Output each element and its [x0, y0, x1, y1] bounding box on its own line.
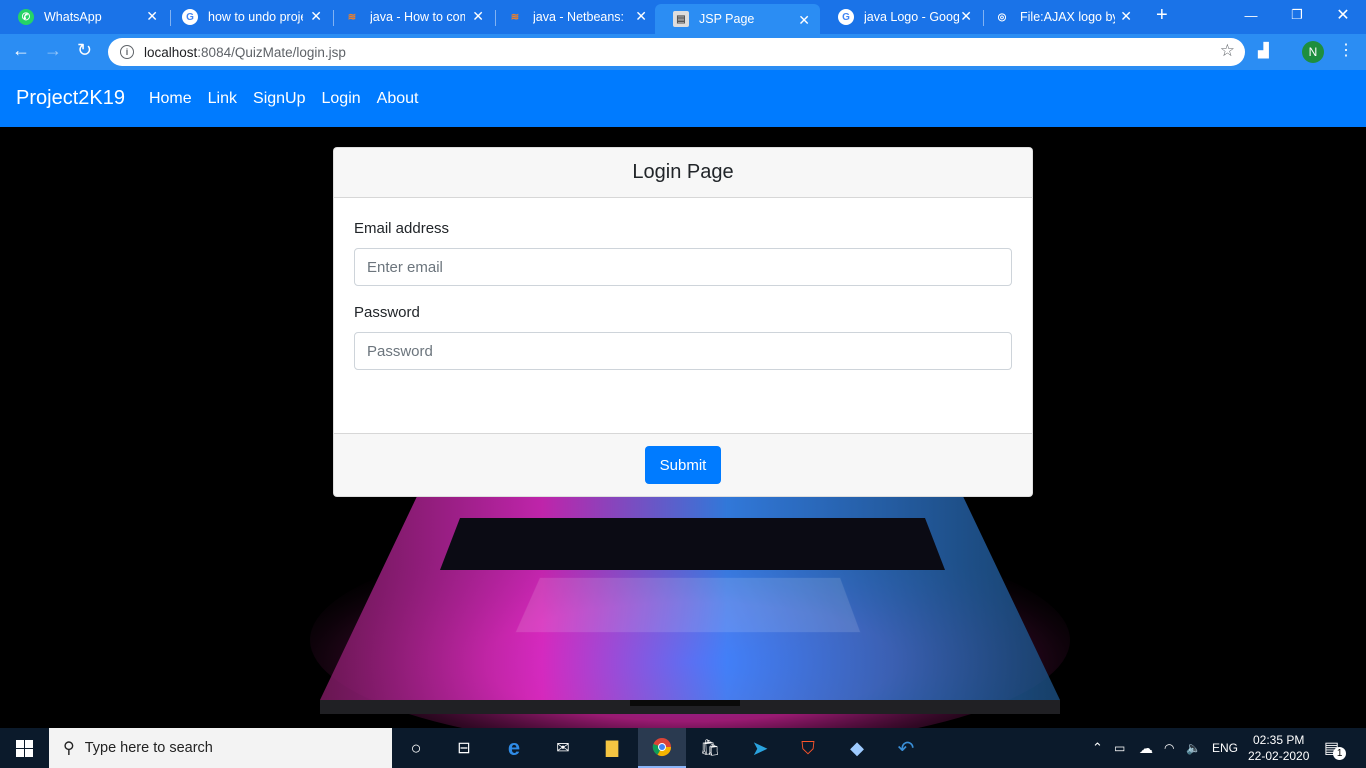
profile-avatar[interactable]: N — [1302, 41, 1324, 63]
tab-stackoverflow-1[interactable]: ≋ java - How to com ✕ — [326, 0, 494, 34]
close-tab-icon[interactable]: ✕ — [798, 12, 810, 29]
tab-whatsapp[interactable]: ✆ WhatsApp ✕ — [0, 0, 168, 34]
tab-title: java - How to com — [370, 10, 465, 24]
app-icon[interactable]: ↶ — [882, 728, 930, 768]
brave-icon[interactable]: ⛉ — [784, 728, 832, 768]
browser-toolbar: ← → ↻ i localhost:8084/QuizMate/login.js… — [0, 34, 1366, 70]
web-page: Project2K19 Home Link SignUp Login About… — [0, 70, 1366, 728]
wifi-icon[interactable]: ◠ — [1164, 728, 1174, 768]
tab-google-undo[interactable]: G how to undo proje ✕ — [164, 0, 332, 34]
tab-stackoverflow-2[interactable]: ≋ java - Netbeans: h ✕ — [489, 0, 657, 34]
tab-ajax-logo[interactable]: ◎ File:AJAX logo by ✕ — [976, 0, 1142, 34]
tab-title: WhatsApp — [44, 10, 102, 24]
mail-icon[interactable]: ✉ — [539, 728, 587, 768]
google-icon: G — [182, 9, 198, 25]
taskbar-search-box[interactable]: ⚲ Type here to search — [49, 728, 392, 768]
tab-title: java - Netbeans: h — [533, 10, 628, 24]
back-icon[interactable]: ← — [12, 40, 30, 61]
close-window-icon[interactable]: ✕ — [1320, 0, 1366, 30]
close-tab-icon[interactable]: ✕ — [146, 8, 158, 25]
clock-date: 22-02-2020 — [1248, 749, 1310, 763]
windows-start-icon[interactable] — [0, 728, 48, 768]
windows-taskbar: ⚲ Type here to search ○ ⊟ e ✉ ▇ 🛍 ➤ ⛉ ◆ … — [0, 728, 1366, 768]
nav-about[interactable]: About — [377, 90, 419, 108]
tab-title: how to undo proje — [208, 10, 303, 24]
close-tab-icon[interactable]: ✕ — [960, 8, 972, 25]
password-label: Password — [354, 304, 420, 321]
address-bar[interactable]: i localhost:8084/QuizMate/login.jsp ☆ — [108, 38, 1245, 66]
cortana-icon[interactable]: ○ — [392, 728, 440, 768]
volume-icon[interactable]: 🔈 — [1186, 728, 1201, 768]
restore-icon[interactable]: ❐ — [1274, 0, 1320, 30]
battery-icon[interactable]: ▭ — [1114, 728, 1125, 768]
email-label: Email address — [354, 220, 450, 237]
bookmark-star-icon[interactable]: ☆ — [1220, 41, 1235, 61]
nav-link[interactable]: Link — [208, 90, 237, 108]
tab-jsp-page-active[interactable]: ▤ JSP Page ✕ — [655, 4, 820, 34]
notifications-icon[interactable]: ▤ 1 — [1324, 728, 1347, 768]
nav-home[interactable]: Home — [149, 90, 192, 108]
site-brand[interactable]: Project2K19 — [16, 87, 125, 110]
edge-icon[interactable]: e — [490, 728, 538, 768]
close-tab-icon[interactable]: ✕ — [472, 8, 484, 25]
task-view-icon[interactable]: ⊟ — [440, 728, 488, 768]
page-icon: ▤ — [673, 11, 689, 27]
reload-icon[interactable]: ↻ — [77, 40, 92, 61]
virtualbox-icon[interactable]: ◆ — [833, 728, 881, 768]
password-field[interactable] — [354, 332, 1012, 370]
whatsapp-icon: ✆ — [18, 9, 34, 25]
new-tab-icon[interactable]: + — [1156, 4, 1168, 27]
tab-title: java Logo - Googl — [864, 10, 959, 24]
file-explorer-icon[interactable]: ▇ — [588, 728, 636, 768]
google-icon: G — [838, 9, 854, 25]
search-placeholder: Type here to search — [84, 740, 213, 756]
show-hidden-icons-icon[interactable]: ⌃ — [1092, 728, 1103, 768]
store-icon[interactable]: 🛍 — [686, 728, 734, 768]
notification-count-badge: 1 — [1333, 746, 1347, 760]
stackoverflow-icon: ≋ — [347, 11, 357, 23]
login-form: Email address Password — [334, 198, 1032, 434]
site-navbar: Project2K19 Home Link SignUp Login About — [0, 70, 1366, 127]
stackoverflow-icon: ≋ — [510, 11, 520, 23]
forward-icon[interactable]: → — [44, 40, 62, 61]
close-tab-icon[interactable]: ✕ — [310, 8, 322, 25]
tab-java-logo[interactable]: G java Logo - Googl ✕ — [820, 0, 982, 34]
email-field[interactable] — [354, 248, 1012, 286]
menu-icon[interactable]: ⋮ — [1338, 40, 1354, 60]
extension-icon[interactable]: ▟ — [1258, 42, 1269, 59]
clock[interactable]: 02:35 PM 22-02-2020 — [1248, 728, 1309, 768]
login-card-footer: Submit — [334, 433, 1032, 496]
close-tab-icon[interactable]: ✕ — [635, 8, 647, 25]
chrome-icon[interactable] — [638, 728, 686, 768]
site-info-icon[interactable]: i — [120, 45, 134, 59]
telegram-icon[interactable]: ➤ — [736, 728, 784, 768]
close-tab-icon[interactable]: ✕ — [1120, 8, 1132, 25]
browser-tab-strip: ✆ WhatsApp ✕ G how to undo proje ✕ ≋ jav… — [0, 0, 1366, 34]
clock-time: 02:35 PM — [1253, 733, 1305, 747]
tab-title: File:AJAX logo by — [1020, 10, 1115, 24]
search-icon: ⚲ — [63, 740, 75, 757]
nav-signup[interactable]: SignUp — [253, 90, 305, 108]
submit-button[interactable]: Submit — [645, 446, 721, 484]
login-card: Login Page Email address Password Submit — [333, 147, 1033, 497]
login-card-header: Login Page — [334, 148, 1032, 198]
url-text: localhost:8084/QuizMate/login.jsp — [144, 44, 346, 60]
onedrive-icon[interactable]: ☁ — [1139, 728, 1153, 768]
nav-login[interactable]: Login — [322, 90, 361, 108]
language-indicator[interactable]: ENG — [1212, 728, 1238, 768]
minimize-icon[interactable]: — — [1228, 0, 1274, 30]
wikimedia-icon: ◎ — [997, 11, 1007, 23]
tab-title: JSP Page — [699, 12, 755, 26]
